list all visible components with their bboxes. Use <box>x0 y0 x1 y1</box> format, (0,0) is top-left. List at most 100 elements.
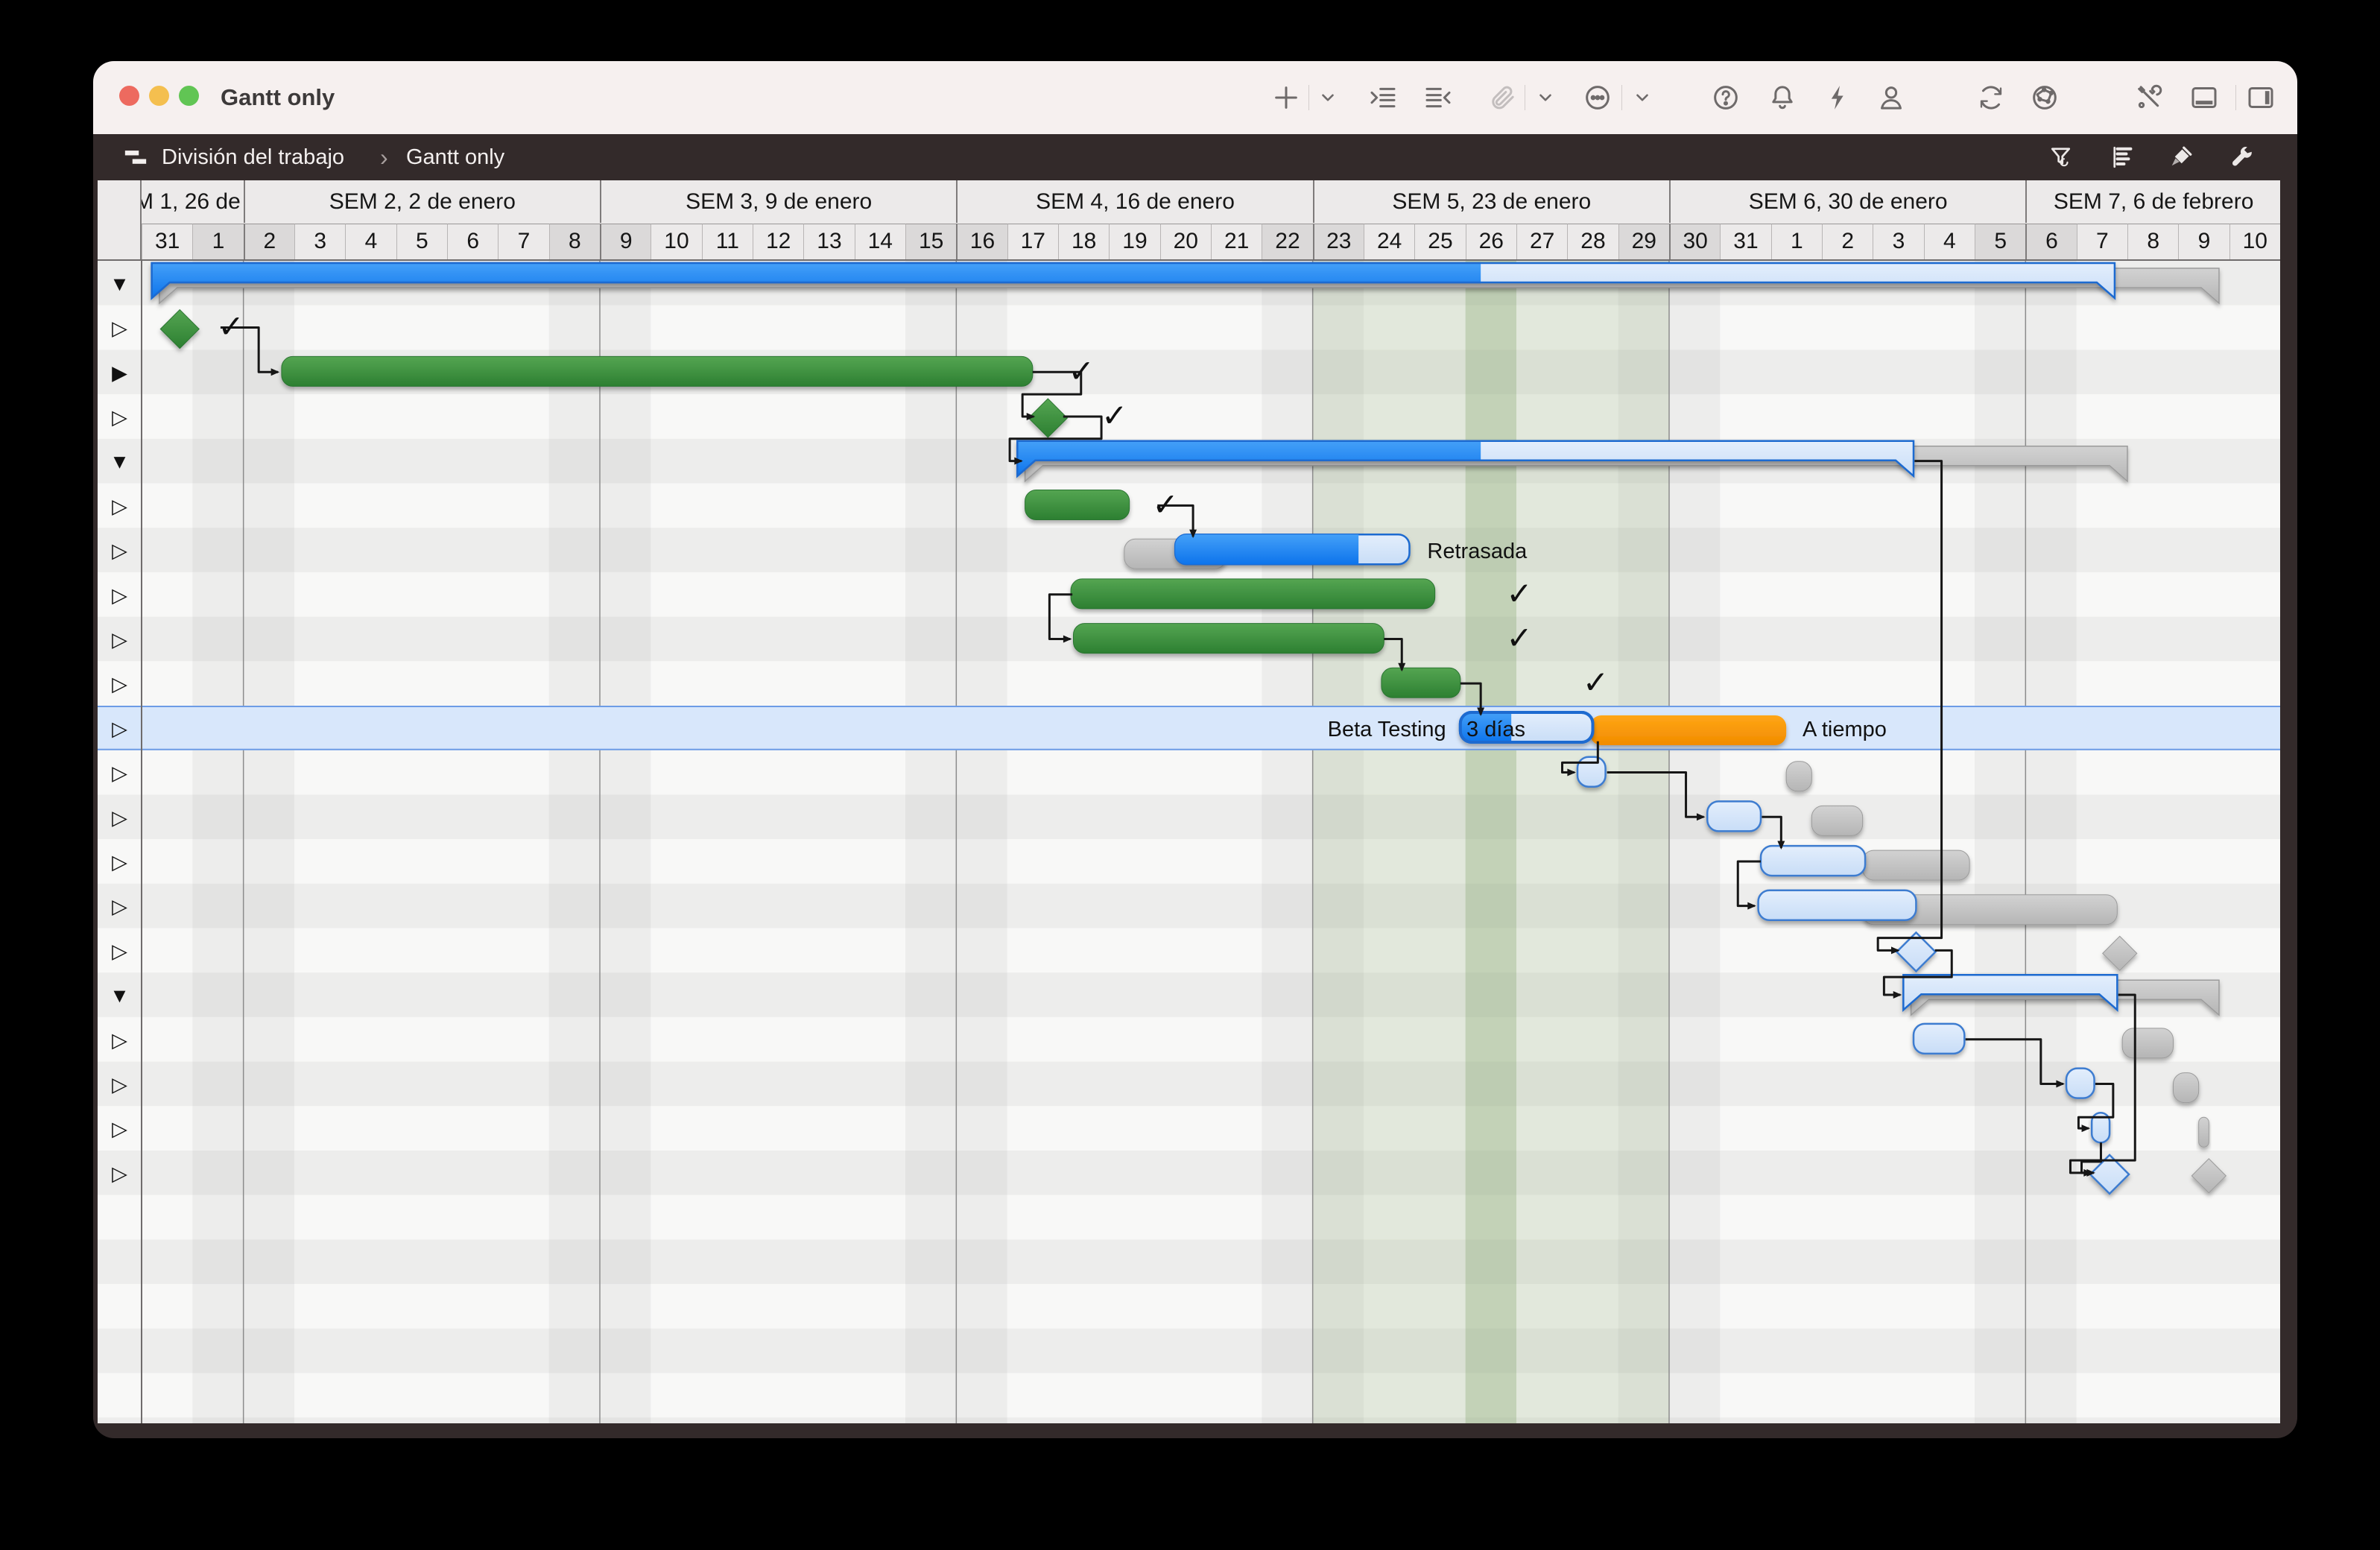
day-header-cell: 13 <box>803 224 854 259</box>
day-header-cell: 14 <box>855 224 905 259</box>
row-disclosure-leaf[interactable]: ▷ <box>112 1029 127 1051</box>
row-disclosure-leaf[interactable]: ▷ <box>112 584 127 607</box>
task-bar-future[interactable] <box>1707 801 1761 831</box>
task-bar-complete[interactable] <box>1025 490 1130 520</box>
baseline-bar <box>2199 1117 2209 1147</box>
indent-icon[interactable] <box>1366 80 1400 115</box>
row-disclosure-leaf[interactable]: ▷ <box>112 940 127 962</box>
breadcrumb-separator: › <box>380 134 388 180</box>
sync-icon[interactable] <box>1974 80 2008 115</box>
app-window: Gantt only División del trabajo › Gantt … <box>93 61 2297 1438</box>
title-bar[interactable]: Gantt only <box>93 61 2297 135</box>
day-header-cell: 21 <box>1211 224 1262 259</box>
row-disclosure-expanded[interactable]: ▼ <box>110 984 130 1007</box>
day-header-cell: 19 <box>1109 224 1159 259</box>
baseline-bar <box>1863 850 1970 880</box>
bolt-icon[interactable] <box>1821 80 1855 115</box>
day-header-cell: 4 <box>1924 224 1975 259</box>
chevron-down-icon[interactable] <box>1311 80 1345 115</box>
day-header-cell: 10 <box>651 224 701 259</box>
completed-checkmark: ✓ <box>218 309 244 344</box>
wrench-icon[interactable] <box>2229 144 2257 172</box>
task-bar-future[interactable] <box>1914 1024 1964 1054</box>
row-disclosure-leaf[interactable]: ▷ <box>112 762 127 785</box>
task-bar-complete[interactable] <box>282 356 1033 386</box>
day-header-cell: 8 <box>2127 224 2178 259</box>
row-disclosure-leaf[interactable]: ▷ <box>112 673 127 695</box>
day-header-cell: 12 <box>753 224 803 259</box>
day-header-cell: 1 <box>1771 224 1822 259</box>
more-circle-icon[interactable] <box>1580 80 1615 115</box>
row-disclosure-expanded[interactable]: ▼ <box>110 451 130 473</box>
row-disclosure-collapsed[interactable]: ▶ <box>112 361 127 384</box>
panel-bottom-icon[interactable] <box>2187 80 2221 115</box>
gantt-chart[interactable]: ▼▷▶▷▼▷▷▷▷▷▷▷▷▷▷▷▼▷▷▷▷✓✓✓✓✓✓✓RetrasadaBet… <box>98 259 2280 1423</box>
person-icon[interactable] <box>1874 80 1908 115</box>
row-disclosure-leaf[interactable]: ▷ <box>112 1073 127 1095</box>
week-header-cell: SEM 6, 30 de enero <box>1669 180 2025 223</box>
week-header-cell: SEM 4, 16 de enero <box>956 180 1312 223</box>
network-icon[interactable] <box>2028 80 2062 115</box>
selected-row-highlight <box>98 706 2280 750</box>
outline-icon[interactable] <box>2110 144 2138 172</box>
add-icon[interactable] <box>1269 80 1303 115</box>
row-disclosure-leaf[interactable]: ▷ <box>112 851 127 873</box>
day-header-cell: 22 <box>1262 224 1312 259</box>
row-disclosure-leaf[interactable]: ▷ <box>112 806 127 829</box>
day-header-cell: 2 <box>1822 224 1873 259</box>
baseline-bar <box>2122 1028 2173 1058</box>
row-disclosure-leaf[interactable]: ▷ <box>112 406 127 428</box>
toolbar-divider <box>1621 85 1622 110</box>
row-disclosure-leaf[interactable]: ▷ <box>112 896 127 918</box>
breadcrumb-current: Gantt only <box>406 134 504 180</box>
day-header-cell: 3 <box>1873 224 1923 259</box>
day-header-cell: 25 <box>1414 224 1465 259</box>
bell-icon[interactable] <box>1765 80 1800 115</box>
breadcrumb-bar: División del trabajo › Gantt only <box>93 134 2297 180</box>
brush-icon[interactable] <box>2168 144 2196 172</box>
tools-icon[interactable] <box>2132 80 2166 115</box>
task-label: 3 días <box>1466 718 1525 741</box>
chevron-down-icon[interactable] <box>1625 80 1659 115</box>
week-header-cell: SEM 2, 2 de enero <box>244 180 600 223</box>
day-header-cell: 5 <box>396 224 447 259</box>
task-bar-complete[interactable] <box>1071 579 1435 609</box>
row-disclosure-leaf[interactable]: ▷ <box>112 540 127 562</box>
row-disclosure-leaf[interactable]: ▷ <box>112 495 127 517</box>
task-bar-future[interactable] <box>1759 891 1917 920</box>
row-disclosure-leaf[interactable]: ▷ <box>112 317 127 340</box>
day-header-cell: 23 <box>1313 224 1364 259</box>
task-bar-overrun[interactable] <box>1590 715 1786 745</box>
task-bar-future[interactable] <box>1577 757 1606 787</box>
gantt-view-icon <box>123 145 148 171</box>
task-bar-complete[interactable] <box>1382 668 1460 698</box>
day-header-cell: 7 <box>498 224 548 259</box>
day-header-cell: 28 <box>1567 224 1618 259</box>
day-header-cell: 27 <box>1516 224 1567 259</box>
day-header-cell: 31 <box>142 224 192 259</box>
row-disclosure-leaf[interactable]: ▷ <box>112 628 127 651</box>
close-button[interactable] <box>119 86 139 106</box>
attachment-icon[interactable] <box>1485 80 1519 115</box>
row-disclosure-leaf[interactable]: ▷ <box>112 718 127 740</box>
task-bar-future[interactable] <box>2066 1069 2095 1098</box>
task-bar-future[interactable] <box>1761 846 1865 876</box>
row-disclosure-leaf[interactable]: ▷ <box>112 1118 127 1140</box>
zoom-button[interactable] <box>179 86 199 106</box>
task-bar-progress-fill <box>1175 534 1358 564</box>
filter-icon[interactable] <box>2048 144 2077 172</box>
row-disclosure-expanded[interactable]: ▼ <box>110 273 130 295</box>
day-header-cell: 2 <box>244 224 294 259</box>
row-disclosure-leaf[interactable]: ▷ <box>112 1162 127 1185</box>
outdent-icon[interactable] <box>1421 80 1455 115</box>
task-bar-complete[interactable] <box>1074 624 1384 654</box>
breadcrumb-root[interactable]: División del trabajo <box>162 134 344 180</box>
day-header-cell: 24 <box>1364 224 1414 259</box>
day-header-cell: 1 <box>192 224 243 259</box>
help-icon[interactable] <box>1709 80 1743 115</box>
minimize-button[interactable] <box>149 86 169 106</box>
day-header-cell: 30 <box>1669 224 1720 259</box>
chevron-down-icon[interactable] <box>1528 80 1563 115</box>
completed-checkmark: ✓ <box>1152 487 1178 522</box>
panel-right-icon[interactable] <box>2244 80 2278 115</box>
